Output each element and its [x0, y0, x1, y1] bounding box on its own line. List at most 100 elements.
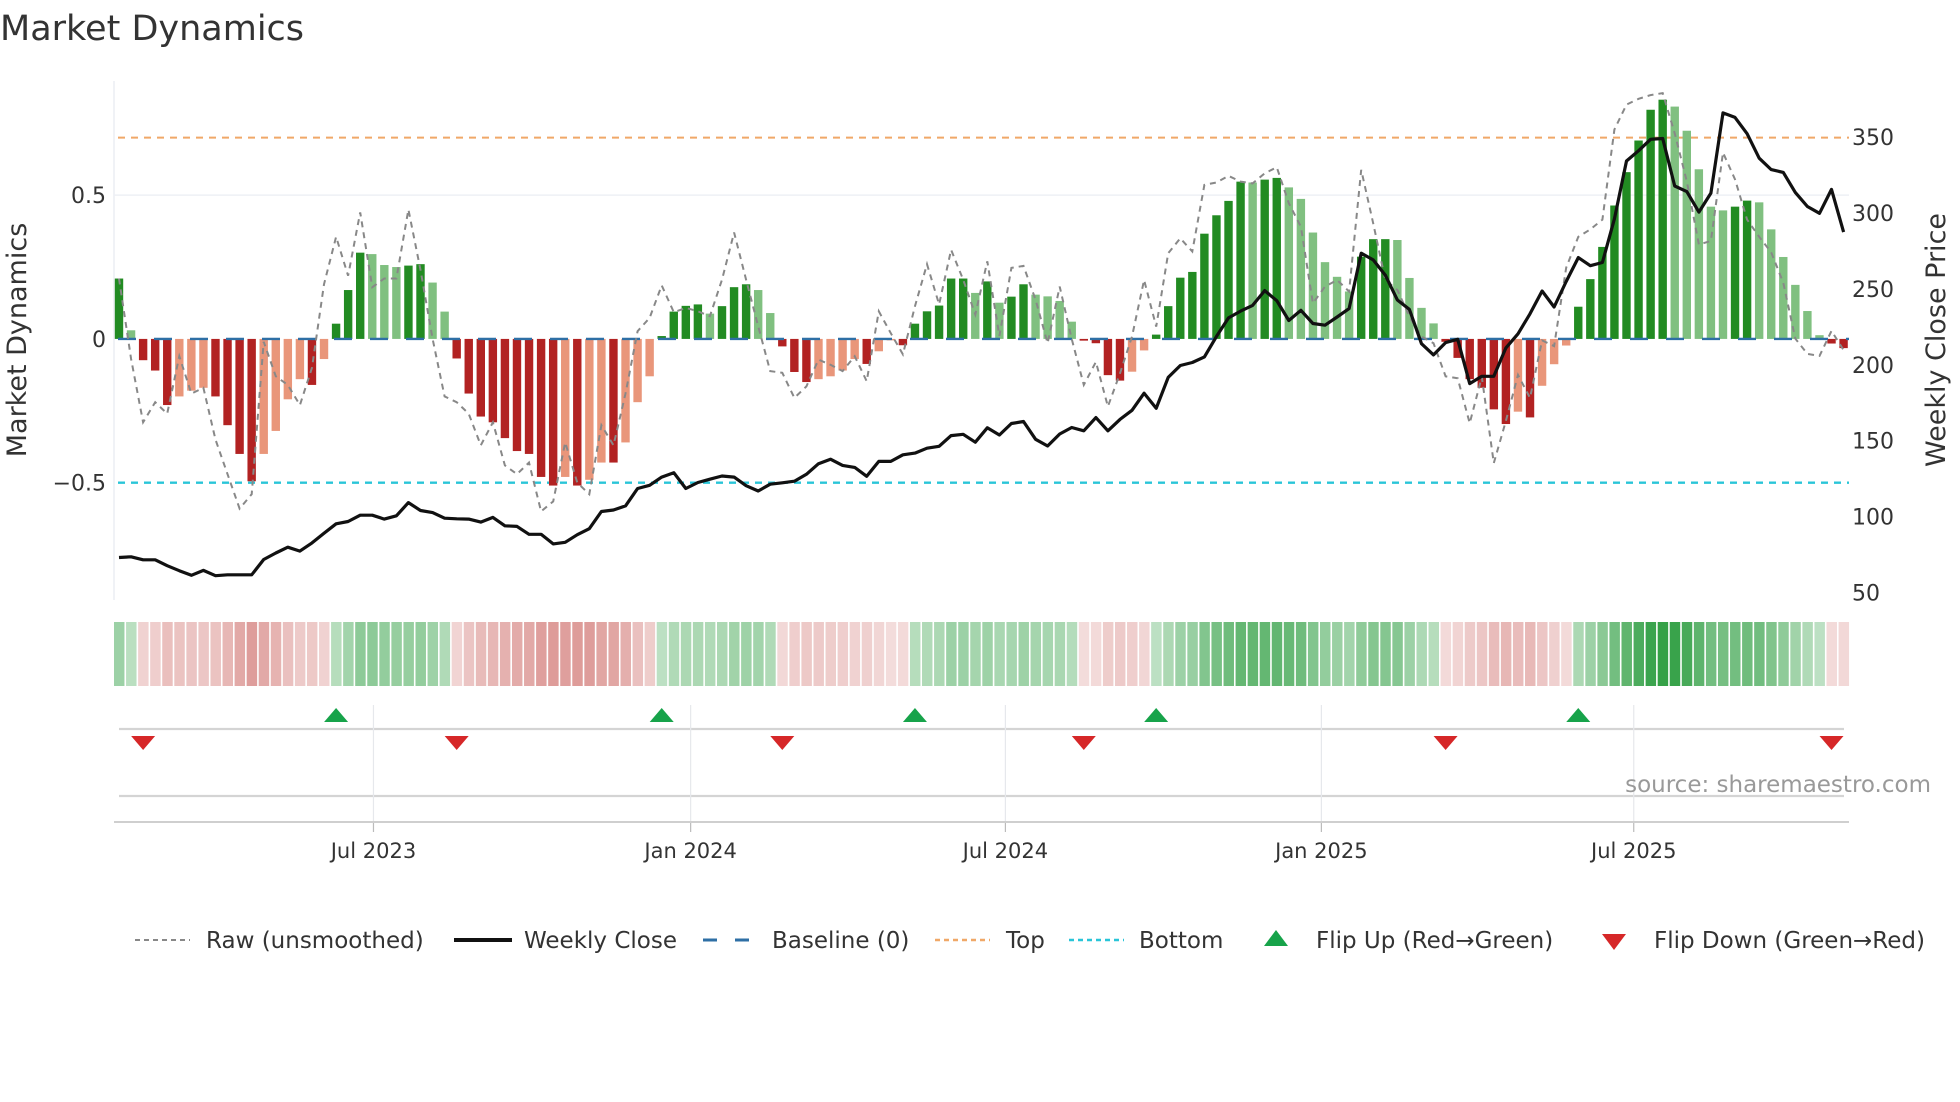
heat-cell — [367, 622, 378, 686]
heat-cell — [1802, 622, 1813, 686]
heat-cell — [415, 622, 426, 686]
dynamics-bar — [356, 252, 365, 339]
heat-cell — [934, 622, 945, 686]
heat-cell — [644, 622, 656, 686]
legend-item-close: Weekly Close — [454, 928, 677, 954]
dynamics-bar — [380, 265, 389, 339]
dynamics-bar — [790, 338, 799, 372]
dynamics-bar — [705, 313, 715, 339]
dynamics-bar — [1369, 239, 1378, 339]
heat-cell — [861, 622, 873, 686]
dynamics-bar — [1043, 296, 1052, 339]
heat-cell — [1609, 622, 1620, 686]
heat-cell — [1127, 622, 1138, 686]
heat-cell — [909, 622, 921, 686]
heat-cell — [1549, 622, 1560, 686]
dynamics-bar — [597, 338, 606, 463]
heat-cell — [1307, 622, 1319, 686]
dynamics-bar — [874, 338, 883, 352]
heat-cell — [234, 622, 246, 686]
heat-cell — [391, 622, 402, 686]
heat-cell — [1705, 622, 1717, 686]
dynamics-bar — [464, 338, 473, 394]
dynamics-bar — [416, 264, 425, 339]
dynamics-bar — [1236, 181, 1245, 339]
left-axis-label: Market Dynamics — [2, 223, 33, 458]
heat-cell — [511, 622, 523, 686]
heat-cell — [1042, 622, 1054, 686]
heat-cell — [1597, 622, 1608, 686]
legend-item-flip-down: Flip Down (Green→Red) — [1602, 928, 1925, 954]
heat-cell — [1404, 622, 1415, 686]
dynamics-bar — [488, 338, 498, 423]
dynamics-bar — [319, 338, 329, 360]
heat-cell — [403, 622, 414, 686]
heat-cell — [1368, 622, 1379, 686]
heat-cell — [258, 622, 270, 686]
source-note: source: sharemaestro.com — [1625, 772, 1931, 798]
heat-cell — [1283, 622, 1295, 686]
heat-cell — [825, 622, 836, 686]
heat-cell — [1754, 622, 1765, 686]
heat-cell — [1681, 622, 1693, 686]
legend-item-flip-up: Flip Up (Red→Green) — [1264, 928, 1553, 954]
flip-up-marker — [1566, 708, 1591, 722]
dynamics-bar — [1718, 210, 1728, 339]
dynamics-bar — [235, 338, 244, 454]
dynamics-bar — [983, 281, 992, 339]
heat-cell — [680, 622, 692, 686]
dynamics-bar — [741, 284, 751, 339]
heat-cell — [162, 622, 173, 686]
dynamics-bar — [114, 278, 124, 339]
dynamics-bar — [1586, 279, 1595, 339]
dynamics-bar — [585, 338, 594, 480]
heat-cell — [922, 622, 933, 686]
dynamics-bar — [1019, 284, 1028, 339]
dynamics-bar — [573, 338, 582, 486]
heat-cell — [994, 622, 1005, 686]
dynamics-bar — [633, 338, 642, 403]
heat-cell — [355, 622, 366, 686]
dynamics-bar — [1260, 179, 1269, 339]
heat-cell — [1344, 622, 1355, 686]
heat-cell — [837, 622, 849, 686]
legend-item-baseline: Baseline (0) — [703, 928, 909, 954]
heat-cell — [1416, 622, 1427, 686]
legend-label: Weekly Close — [524, 928, 677, 954]
heat-cell — [1139, 622, 1150, 686]
right-tick-label: 50 — [1852, 581, 1880, 606]
dynamics-bar — [500, 338, 510, 439]
heat-cell — [765, 622, 776, 686]
dynamics-bar — [1670, 106, 1679, 339]
heat-cell — [970, 622, 981, 686]
heat-cell — [1778, 622, 1789, 686]
heat-cell — [174, 622, 185, 686]
heat-cell — [379, 622, 390, 686]
dynamics-bar — [524, 338, 534, 454]
dynamics-bar — [211, 338, 220, 397]
dynamics-bar — [1248, 182, 1257, 339]
dynamics-bar — [946, 278, 956, 339]
dynamics-bar — [223, 338, 232, 426]
heat-cell — [1838, 622, 1850, 686]
heat-cell — [1766, 622, 1777, 686]
dynamics-bar — [621, 338, 630, 443]
grid — [113, 81, 1849, 600]
heat-cell — [620, 622, 631, 686]
legend: Raw (unsmoothed) Weekly Close Baseline (0)… — [135, 928, 1925, 954]
dynamics-bar — [428, 282, 437, 339]
flip-up-marker — [1144, 708, 1169, 722]
heat-cell — [1790, 622, 1801, 686]
raw-series-line — [118, 91, 1845, 514]
flip-down-marker — [1819, 736, 1844, 750]
dynamics-bar — [259, 338, 268, 454]
dynamics-bar — [138, 338, 148, 361]
dynamics-bar — [1803, 311, 1812, 339]
dynamics-bar — [1381, 239, 1390, 339]
dynamics-bar — [1332, 276, 1342, 339]
heat-cell — [1332, 622, 1343, 686]
flip-down-marker — [1433, 736, 1458, 750]
dynamics-bar — [1791, 284, 1800, 339]
heat-cell — [1561, 622, 1572, 686]
heat-cell — [1247, 622, 1259, 686]
